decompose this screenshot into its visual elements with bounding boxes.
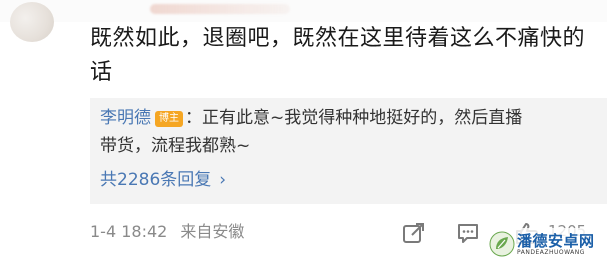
reply-text-2: 带货，流程我都熟~ <box>100 136 251 156</box>
comment-text: 既然如此，退圈吧，既然在这里待着这么不痛快的 话 <box>90 22 590 90</box>
watermark-subtitle: PANDEAZHUOWANG <box>517 249 585 256</box>
share-icon <box>403 223 424 243</box>
comment-text-line-1: 既然如此，退圈吧，既然在这里待着这么不痛快的 <box>90 26 586 51</box>
comment-button[interactable] <box>455 220 481 246</box>
reply-line-1: 李明德 博主 ：正有此意~我觉得种种地挺好的，然后直播 <box>100 104 600 132</box>
avatar[interactable] <box>10 2 54 42</box>
reply-total-label: 共2286条回复 <box>100 170 212 190</box>
share-button[interactable] <box>401 220 427 246</box>
comment-meta: 1-4 18:42 来自安徽 <box>90 220 244 244</box>
location: 来自安徽 <box>180 222 245 241</box>
username-blurred <box>150 4 290 14</box>
reply-text-1: ：正有此意~我觉得种种地挺好的，然后直播 <box>185 108 523 128</box>
comment-text-line-2: 话 <box>90 60 113 85</box>
timestamp: 1-4 18:42 <box>90 222 168 241</box>
reply-author-link[interactable]: 李明德 <box>100 108 151 128</box>
view-all-replies-link[interactable]: 共2286条回复 › <box>100 168 226 192</box>
watermark-title: 潘德安卓网 <box>517 232 595 250</box>
reply-line-2: 带货，流程我都熟~ <box>100 132 600 160</box>
chevron-right-icon: › <box>219 170 227 190</box>
site-watermark: 潘德安卓网 PANDEAZHUOWANG <box>485 228 607 260</box>
reply-preview[interactable]: 李明德 博主 ：正有此意~我觉得种种地挺好的，然后直播 带货，流程我都熟~ 共228… <box>90 98 607 204</box>
watermark-logo-icon <box>489 231 515 257</box>
author-badge: 博主 <box>155 111 183 127</box>
comment-icon <box>458 224 478 243</box>
header-strip <box>0 0 607 22</box>
